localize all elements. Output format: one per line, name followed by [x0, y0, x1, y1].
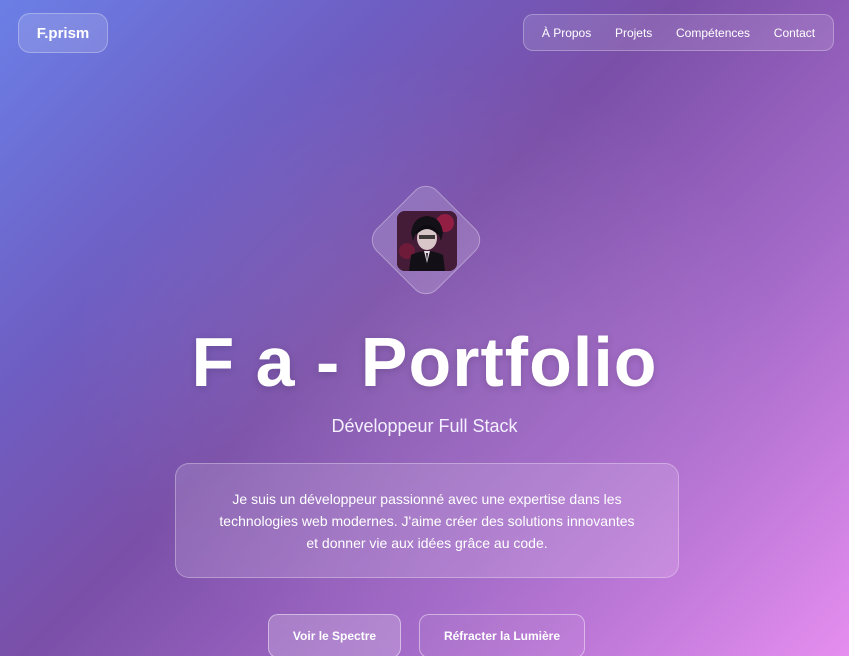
logo[interactable]: F.prism	[18, 13, 108, 53]
view-spectrum-button[interactable]: Voir le Spectre	[268, 614, 401, 656]
refract-light-button[interactable]: Réfracter la Lumière	[419, 614, 585, 656]
avatar-frame	[365, 179, 487, 301]
page-title: F a - Portfolio	[191, 323, 658, 401]
nav-item-contact[interactable]: Contact	[774, 26, 815, 40]
nav-item-about[interactable]: À Propos	[542, 26, 591, 40]
avatar	[397, 211, 457, 271]
page-subtitle: Développeur Full Stack	[331, 416, 518, 436]
nav-item-projects[interactable]: Projets	[615, 26, 652, 40]
avatar-illustration	[397, 211, 457, 271]
about-card: Je suis un développeur passionné avec un…	[175, 463, 679, 578]
about-text: Je suis un développeur passionné avec un…	[219, 490, 635, 551]
main-nav: À Propos Projets Compétences Contact	[523, 14, 834, 51]
nav-item-skills[interactable]: Compétences	[676, 26, 750, 40]
